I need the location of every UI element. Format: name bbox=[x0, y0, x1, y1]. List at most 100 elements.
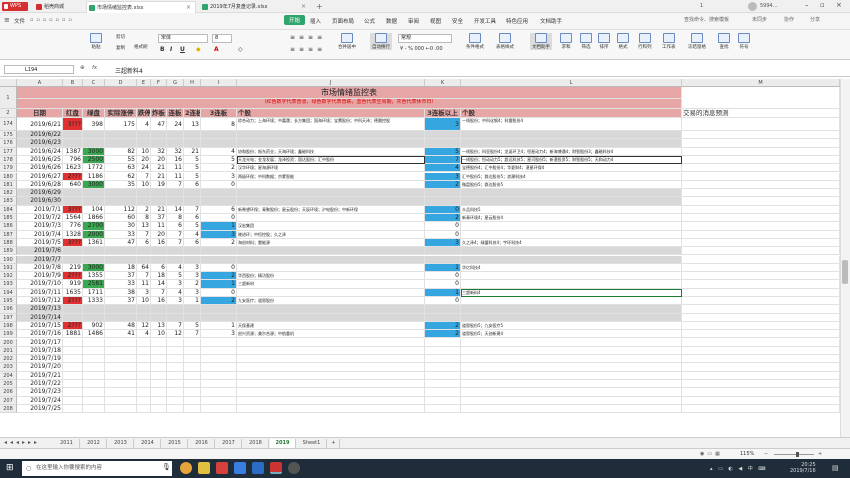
cell-a178[interactable]: 2019/6/25 bbox=[17, 155, 63, 165]
menu-doc-assistant[interactable]: 文档助手 bbox=[540, 17, 562, 25]
cell-e199[interactable]: 4 bbox=[137, 330, 151, 339]
sheet-tab-2015[interactable]: 2015 bbox=[162, 439, 188, 448]
sheet-tab-sheet1[interactable]: Sheet1 bbox=[297, 439, 327, 448]
row-header[interactable]: 199 bbox=[0, 330, 17, 339]
cell-a176[interactable]: 2019/6/23 bbox=[17, 139, 63, 148]
cell-g187[interactable]: 7 bbox=[167, 230, 184, 239]
cell-m178[interactable] bbox=[682, 155, 840, 165]
cell-c204[interactable] bbox=[83, 371, 105, 380]
cell-d190[interactable] bbox=[105, 255, 137, 264]
doc-assistant-button[interactable]: 文档助手 bbox=[530, 33, 552, 50]
cell-l206[interactable] bbox=[461, 388, 682, 397]
file-explorer-icon[interactable] bbox=[198, 462, 210, 474]
cell-g175[interactable] bbox=[167, 131, 184, 140]
cell-g196[interactable] bbox=[167, 305, 184, 314]
cell-h179[interactable]: 5 bbox=[184, 164, 201, 173]
cell-k195[interactable]: 0 bbox=[425, 297, 461, 306]
cell-g177[interactable]: 32 bbox=[167, 147, 184, 156]
scroll-thumb[interactable] bbox=[842, 260, 848, 284]
sheet-tab-2016[interactable]: 2016 bbox=[189, 439, 215, 448]
cell-d185[interactable]: 60 bbox=[105, 214, 137, 223]
cell-a180[interactable]: 2019/6/27 bbox=[17, 172, 63, 181]
cell-d203[interactable] bbox=[105, 363, 137, 372]
cell-l205[interactable] bbox=[461, 380, 682, 389]
sheet-tab-2014[interactable]: 2014 bbox=[135, 439, 161, 448]
cell-l181[interactable]: 微盘股份5；群达股份5 bbox=[461, 180, 682, 190]
cell-e176[interactable] bbox=[137, 139, 151, 148]
row-header[interactable]: 2 bbox=[0, 109, 17, 118]
cell-c201[interactable] bbox=[83, 346, 105, 356]
cell-j182[interactable] bbox=[237, 189, 425, 198]
cell-h199[interactable]: 7 bbox=[184, 330, 201, 339]
cell-h177[interactable]: 21 bbox=[184, 147, 201, 156]
cell-b203[interactable] bbox=[63, 363, 83, 372]
cell-a187[interactable]: 2019/7/4 bbox=[17, 230, 63, 239]
cell-k200[interactable] bbox=[425, 338, 461, 347]
cell-f183[interactable] bbox=[151, 197, 167, 206]
column-header-m[interactable]: M bbox=[682, 79, 840, 87]
new-tab-icon[interactable]: + bbox=[316, 2, 323, 11]
cell-j206[interactable] bbox=[237, 388, 425, 397]
close-icon[interactable]: × bbox=[301, 1, 306, 13]
cell-g198[interactable]: 7 bbox=[167, 321, 184, 331]
cell-l200[interactable] bbox=[461, 338, 682, 347]
cell-l187[interactable] bbox=[461, 230, 682, 239]
zoom-in-icon[interactable]: + bbox=[818, 451, 822, 457]
cell-l198[interactable]: 道恩股份5；九安医疗5 bbox=[461, 321, 682, 331]
cell-j194[interactable] bbox=[237, 288, 425, 297]
cell-i205[interactable] bbox=[201, 380, 237, 389]
cell-a181[interactable]: 2019/6/28 bbox=[17, 180, 63, 190]
cell-d196[interactable] bbox=[105, 305, 137, 314]
cell-a188[interactable]: 2019/7/5 bbox=[17, 238, 63, 248]
zoom-slider[interactable] bbox=[774, 454, 814, 455]
column-header-h[interactable]: H bbox=[184, 79, 201, 87]
cell-e177[interactable]: 10 bbox=[137, 147, 151, 156]
row-header[interactable]: 207 bbox=[0, 396, 17, 405]
cell-d184[interactable]: 112 bbox=[105, 205, 137, 214]
format-button[interactable]: 格式 bbox=[617, 33, 629, 50]
cell-c198[interactable]: 902 bbox=[83, 321, 105, 331]
cell-c207[interactable] bbox=[83, 396, 105, 405]
cell-g206[interactable] bbox=[167, 388, 184, 397]
sync-status[interactable]: 未同步 bbox=[752, 16, 767, 23]
cell-e196[interactable] bbox=[137, 305, 151, 314]
cell-m1[interactable] bbox=[682, 87, 840, 109]
cell-i181[interactable]: 0 bbox=[201, 180, 237, 190]
cell-h195[interactable]: 1 bbox=[184, 297, 201, 306]
cell-f204[interactable] bbox=[151, 371, 167, 380]
font-color-icon[interactable]: A bbox=[214, 46, 219, 53]
cell-i192[interactable]: 2 bbox=[201, 272, 237, 281]
cell-c178[interactable]: 2500 bbox=[83, 155, 105, 165]
cell-g186[interactable]: 6 bbox=[167, 222, 184, 231]
cell-e187[interactable]: 7 bbox=[137, 230, 151, 239]
row-header[interactable]: 174 bbox=[0, 118, 17, 131]
cell-d187[interactable]: 33 bbox=[105, 230, 137, 239]
cell-e189[interactable] bbox=[137, 247, 151, 256]
cell-a204[interactable]: 2019/7/21 bbox=[17, 371, 63, 380]
cell-f182[interactable] bbox=[151, 189, 167, 198]
cell-g195[interactable]: 3 bbox=[167, 297, 184, 306]
cell-b185[interactable]: 1564 bbox=[63, 214, 83, 223]
header-cell[interactable]: 个股 bbox=[461, 109, 682, 118]
cell-b208[interactable] bbox=[63, 404, 83, 414]
cell-l176[interactable] bbox=[461, 139, 682, 148]
cell-i180[interactable]: 3 bbox=[201, 172, 237, 181]
cell-f200[interactable] bbox=[151, 338, 167, 347]
sheet-tab-2012[interactable]: 2012 bbox=[81, 439, 107, 448]
wps-logo[interactable]: WPS bbox=[2, 2, 28, 11]
cell-i186[interactable]: 1 bbox=[201, 222, 237, 231]
cell-c195[interactable]: 1333 bbox=[83, 297, 105, 306]
share-button[interactable]: 分享 bbox=[810, 16, 820, 23]
sheet-tab-2019[interactable]: 2019 bbox=[270, 439, 296, 448]
cell-d194[interactable]: 38 bbox=[105, 288, 137, 297]
paste-button[interactable]: 粘贴 bbox=[90, 33, 102, 50]
cell-j197[interactable] bbox=[237, 313, 425, 322]
cell-g178[interactable]: 16 bbox=[167, 155, 184, 165]
row-col-button[interactable]: 行和列 bbox=[638, 33, 652, 50]
cell-i201[interactable] bbox=[201, 346, 237, 356]
row-header[interactable]: 175 bbox=[0, 131, 17, 140]
row-header[interactable]: 182 bbox=[0, 189, 17, 198]
cell-d177[interactable]: 82 bbox=[105, 147, 137, 156]
cell-i183[interactable] bbox=[201, 197, 237, 206]
cell-m200[interactable] bbox=[682, 338, 840, 347]
